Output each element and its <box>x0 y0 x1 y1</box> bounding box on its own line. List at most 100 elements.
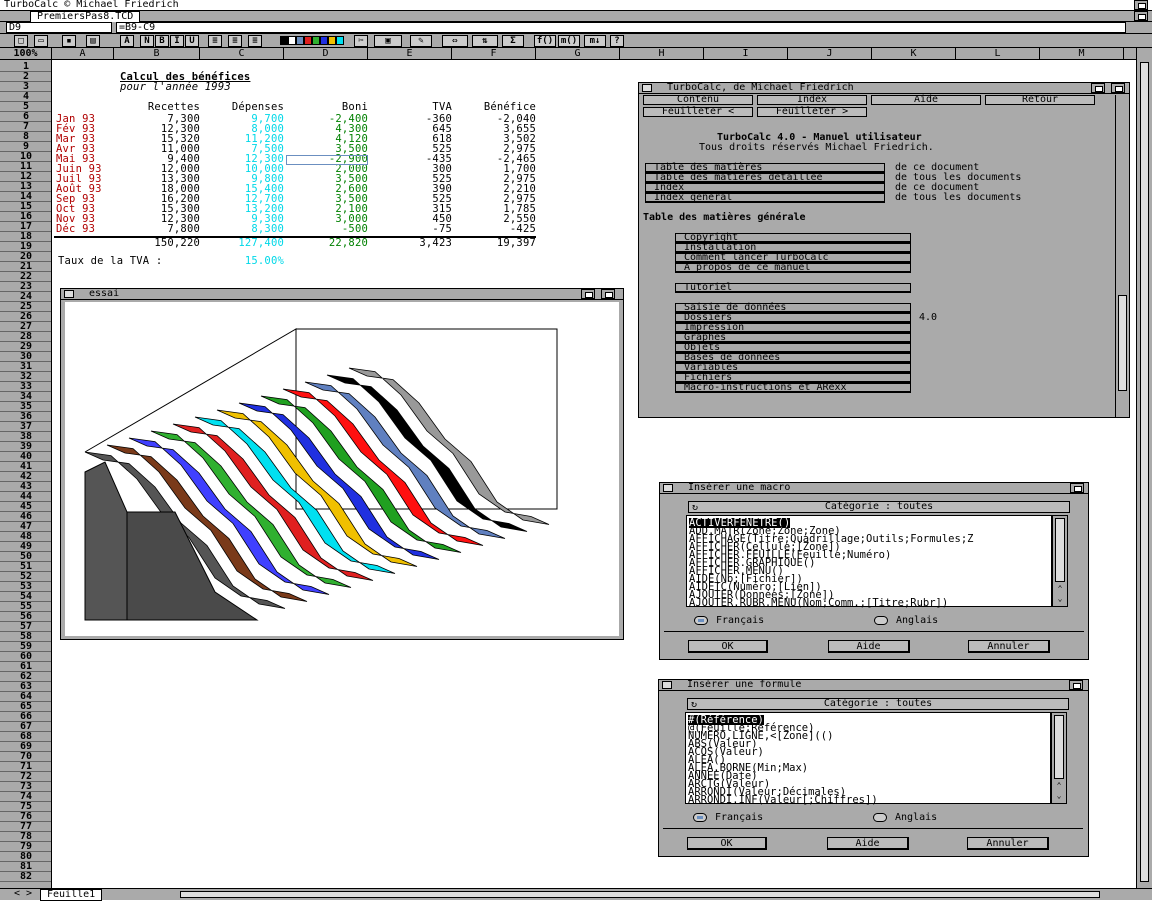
close-icon[interactable] <box>64 290 74 298</box>
macro-button[interactable]: m() <box>558 35 580 47</box>
zoom-level[interactable]: 100% <box>0 48 52 60</box>
color-blue-swatch[interactable] <box>296 36 304 45</box>
color-darkblue-swatch[interactable] <box>320 36 328 45</box>
help-button[interactable]: ? <box>610 35 624 47</box>
depth-gadget-icon[interactable] <box>1111 83 1125 93</box>
help-scroll-thumb[interactable] <box>1118 295 1127 391</box>
insert-row-icon[interactable]: ⇔ <box>442 35 468 47</box>
horizontal-scrollbar[interactable] <box>180 891 1100 898</box>
column-header-J[interactable]: J <box>788 48 872 60</box>
column-header-I[interactable]: I <box>704 48 788 60</box>
zoom-gadget-icon[interactable] <box>581 289 595 299</box>
color-yellow-swatch[interactable] <box>328 36 336 45</box>
help-scrollbar[interactable] <box>1115 95 1129 417</box>
align-left-icon[interactable]: ≡ <box>208 35 222 47</box>
color-white-swatch[interactable] <box>288 36 296 45</box>
close-icon[interactable] <box>663 484 673 492</box>
insert-macro-dialog[interactable]: Insérer une macro Catégorie : toutes ↻ A… <box>659 482 1089 660</box>
paste-icon[interactable]: ✎ <box>410 35 432 47</box>
scroll-up-icon[interactable]: ⌃ <box>1052 781 1066 791</box>
cycle-icon[interactable]: ↻ <box>692 502 698 513</box>
copy-icon[interactable]: ▣ <box>374 35 402 47</box>
sheet-vertical-scrollbar[interactable] <box>1136 48 1152 888</box>
table-cell[interactable]: 7,800 <box>114 224 200 235</box>
column-header-M[interactable]: M <box>1040 48 1124 60</box>
print-icon[interactable]: ▤ <box>86 35 100 47</box>
nav-contenu-button[interactable]: Contenu <box>643 95 753 105</box>
nav-feuilleter-next-button[interactable]: Feuilleter > <box>757 107 867 117</box>
link-index-general[interactable]: Index général <box>645 193 885 203</box>
depth-gadget-icon[interactable] <box>601 289 615 299</box>
ok-button[interactable]: OK <box>688 640 768 653</box>
column-header-D[interactable]: D <box>284 48 368 60</box>
column-header-L[interactable]: L <box>956 48 1040 60</box>
underline-button[interactable]: U <box>185 35 199 47</box>
depth-gadget-icon[interactable] <box>1069 680 1083 690</box>
sheet-nav-arrows[interactable]: < > <box>14 889 32 899</box>
chart-window[interactable]: essai <box>60 288 624 640</box>
column-header-K[interactable]: K <box>872 48 956 60</box>
column-header-F[interactable]: F <box>452 48 536 60</box>
sum-icon[interactable]: Σ <box>502 35 524 47</box>
row-header[interactable]: 82 <box>0 872 51 882</box>
column-header-C[interactable]: C <box>200 48 284 60</box>
help-button[interactable]: Aide <box>827 837 909 850</box>
category-selector[interactable]: Catégorie : toutes <box>687 698 1069 710</box>
scroll-down-icon[interactable]: ⌄ <box>1053 594 1067 604</box>
function-button[interactable]: f() <box>534 35 556 47</box>
cut-scissors-icon[interactable]: ✂ <box>354 35 368 47</box>
insert-formula-dialog[interactable]: Insérer une formule Catégorie : toutes ↻… <box>658 679 1089 857</box>
zoom-gadget-icon[interactable] <box>1091 83 1105 93</box>
color-red-swatch[interactable] <box>304 36 312 45</box>
sheet-tab[interactable]: Feuille1 <box>40 889 103 901</box>
column-header-E[interactable]: E <box>368 48 452 60</box>
table-cell[interactable]: Déc 93 <box>56 224 95 235</box>
table-cell[interactable]: -500 <box>284 224 368 235</box>
table-cell[interactable]: -75 <box>368 224 452 235</box>
cancel-button[interactable]: Annuler <box>967 837 1049 850</box>
table-cell[interactable]: -425 <box>452 224 536 235</box>
color-black-swatch[interactable] <box>280 36 288 45</box>
nav-retour-button[interactable]: Retour <box>985 95 1095 105</box>
formula-input[interactable]: =B9-C9 <box>116 22 1126 33</box>
color-cyan-swatch[interactable] <box>336 36 344 45</box>
help-window[interactable]: TurboCalc, de Michael Friedrich Contenu … <box>638 82 1130 418</box>
list-scrollbar[interactable]: ⌃ ⌄ <box>1052 515 1068 607</box>
list-scroll-thumb[interactable] <box>1055 518 1065 582</box>
radio-anglais[interactable] <box>873 813 887 822</box>
table-cell[interactable]: 8,300 <box>200 224 284 235</box>
font-a-button[interactable]: A <box>120 35 134 47</box>
column-header-A[interactable]: A <box>52 48 114 60</box>
depth-gadget-icon[interactable] <box>1070 483 1084 493</box>
nav-feuilleter-prev-button[interactable]: Feuilleter < <box>643 107 753 117</box>
save-disk-icon[interactable]: ▪ <box>62 35 76 47</box>
cancel-button[interactable]: Annuler <box>968 640 1050 653</box>
new-file-icon[interactable]: □ <box>14 35 28 47</box>
list-item[interactable]: AJOUTER.RUBR.MENU(Nom;Comm.;[Titre;Rubr]… <box>689 598 948 609</box>
normal-style-button[interactable]: N <box>140 35 154 47</box>
document-depth-icon[interactable] <box>1134 11 1148 21</box>
list-scrollbar[interactable]: ⌃ ⌄ <box>1051 712 1067 804</box>
color-green-swatch[interactable] <box>312 36 320 45</box>
ok-button[interactable]: OK <box>687 837 767 850</box>
item-list[interactable]: ACTIVERFENETRE() ADD.MATR(Zone;Zone;Zone)… <box>686 515 1052 609</box>
align-right-icon[interactable]: ≡ <box>248 35 262 47</box>
column-header-H[interactable]: H <box>620 48 704 60</box>
macro-record-button[interactable]: m↓ <box>584 35 606 47</box>
bold-button[interactable]: B <box>155 35 169 47</box>
nav-aide-button[interactable]: Aide <box>871 95 981 105</box>
close-icon[interactable] <box>642 84 652 92</box>
close-icon[interactable] <box>662 681 672 689</box>
list-item[interactable]: ARRONDI.INF(Valeur[;Chiffres]) <box>688 795 878 806</box>
align-center-icon[interactable]: ≡ <box>228 35 242 47</box>
open-folder-icon[interactable]: ▭ <box>34 35 48 47</box>
scroll-up-icon[interactable]: ⌃ <box>1053 584 1067 594</box>
cycle-icon[interactable]: ↻ <box>691 699 697 710</box>
depth-gadget-icon[interactable] <box>1134 0 1148 10</box>
category-selector[interactable]: Catégorie : toutes <box>688 501 1070 513</box>
radio-francais[interactable] <box>694 616 708 625</box>
help-link[interactable]: Macro-instructions et ARexx <box>675 383 911 393</box>
cell-reference-field[interactable]: D9 <box>6 22 112 33</box>
help-button[interactable]: Aide <box>828 640 910 653</box>
nav-index-button[interactable]: Index <box>757 95 867 105</box>
